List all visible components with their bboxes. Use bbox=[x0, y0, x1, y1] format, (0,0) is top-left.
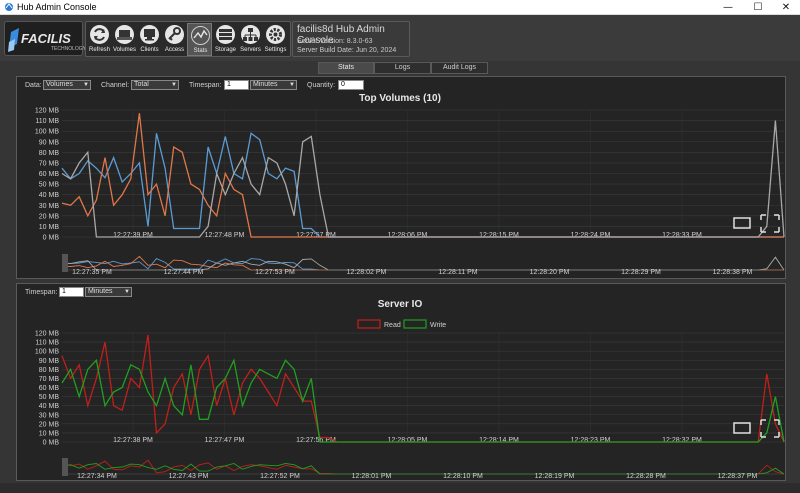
navigator-series-line bbox=[61, 459, 785, 475]
navigator-tick-label: 12:28:11 PM bbox=[438, 269, 477, 276]
y-tick-label: 120 MB bbox=[35, 331, 59, 338]
legend-swatch-write bbox=[403, 319, 427, 329]
navigator-tick-label: 12:27:44 PM bbox=[164, 269, 204, 276]
y-tick-label: 80 MB bbox=[39, 367, 60, 374]
y-tick-label: 40 MB bbox=[39, 192, 60, 199]
y-tick-label: 30 MB bbox=[39, 203, 60, 210]
y-tick-label: 20 MB bbox=[39, 421, 60, 428]
y-tick-label: 70 MB bbox=[39, 376, 60, 383]
y-tick-label: 30 MB bbox=[39, 412, 60, 419]
navigator-tick-label: 12:28:28 PM bbox=[626, 473, 666, 480]
x-tick-label: 12:27:39 PM bbox=[113, 232, 153, 239]
legend-label-read: Read bbox=[384, 322, 401, 329]
navigator-tick-label: 12:27:43 PM bbox=[169, 473, 209, 480]
reset-zoom-icon bbox=[733, 422, 751, 434]
y-tick-label: 90 MB bbox=[39, 139, 60, 146]
y-tick-label: 20 MB bbox=[39, 213, 60, 220]
y-tick-label: 110 MB bbox=[35, 118, 59, 125]
navigator-tick-label: 12:28:01 PM bbox=[352, 473, 392, 480]
y-tick-label: 70 MB bbox=[39, 160, 60, 167]
charts-layer: 120 MB 110 MB 100 MB 90 MB 80 MB 70 MB 60 MB 50… bbox=[35, 108, 785, 480]
navigator-tick-label: 12:28:20 PM bbox=[530, 269, 570, 276]
navigator-tick-label: 12:28:19 PM bbox=[535, 473, 575, 480]
navigator-tick-label: 12:27:52 PM bbox=[260, 473, 300, 480]
x-tick-label: 12:27:47 PM bbox=[205, 437, 245, 444]
y-tick-label: 60 MB bbox=[39, 385, 60, 392]
navigator-tick-label: 12:28:29 PM bbox=[621, 269, 661, 276]
y-tick-label: 120 MB bbox=[35, 108, 59, 115]
y-tick-label: 0 MB bbox=[43, 235, 60, 242]
y-tick-label: 80 MB bbox=[39, 150, 60, 157]
x-tick-label: 12:28:24 PM bbox=[571, 232, 611, 239]
x-tick-label: 12:28:06 PM bbox=[388, 232, 428, 239]
navigator-tick-label: 12:28:38 PM bbox=[713, 269, 753, 276]
status-bar bbox=[0, 483, 800, 493]
navigator-tick-label: 12:28:37 PM bbox=[718, 473, 758, 480]
x-tick-label: 12:28:33 PM bbox=[662, 232, 702, 239]
y-tick-label: 100 MB bbox=[35, 349, 59, 356]
x-tick-label: 12:28:05 PM bbox=[388, 437, 428, 444]
y-tick-label: 110 MB bbox=[35, 340, 59, 347]
y-tick-label: 0 MB bbox=[43, 440, 60, 447]
y-tick-label: 10 MB bbox=[39, 430, 60, 437]
navigator-tick-label: 12:28:02 PM bbox=[347, 269, 387, 276]
navigator-handle-left bbox=[62, 458, 68, 476]
series-line-orange bbox=[61, 113, 784, 238]
y-tick-label: 100 MB bbox=[35, 129, 59, 136]
y-tick-label: 60 MB bbox=[39, 171, 60, 178]
series-line-blue bbox=[61, 132, 784, 238]
y-tick-label: 50 MB bbox=[39, 182, 60, 189]
navigator-tick-label: 12:27:53 PM bbox=[255, 269, 295, 276]
app-window: Hub Admin Console — ☐ ✕ FACILIS TECHNOLO… bbox=[0, 0, 800, 493]
navigator-tick-label: 12:27:34 PM bbox=[77, 473, 117, 480]
x-tick-label: 12:28:15 PM bbox=[479, 232, 519, 239]
x-tick-label: 12:28:23 PM bbox=[571, 437, 611, 444]
x-tick-label: 12:27:38 PM bbox=[113, 437, 153, 444]
legend-swatch-read bbox=[357, 319, 381, 329]
fullscreen-icon bbox=[760, 419, 780, 438]
x-tick-label: 12:28:14 PM bbox=[479, 437, 519, 444]
x-tick-label: 12:27:48 PM bbox=[205, 232, 245, 239]
navigator-series-line bbox=[61, 255, 784, 271]
navigator-handle-left bbox=[62, 254, 68, 272]
y-tick-label: 90 MB bbox=[39, 358, 60, 365]
navigator-tick-label: 12:27:35 PM bbox=[72, 269, 112, 276]
legend-label-write: Write bbox=[430, 322, 446, 329]
x-tick-label: 12:28:32 PM bbox=[662, 437, 702, 444]
navigator-tick-label: 12:28:10 PM bbox=[443, 473, 483, 480]
y-tick-label: 10 MB bbox=[39, 224, 60, 231]
y-tick-label: 40 MB bbox=[39, 403, 60, 410]
y-tick-label: 50 MB bbox=[39, 394, 60, 401]
